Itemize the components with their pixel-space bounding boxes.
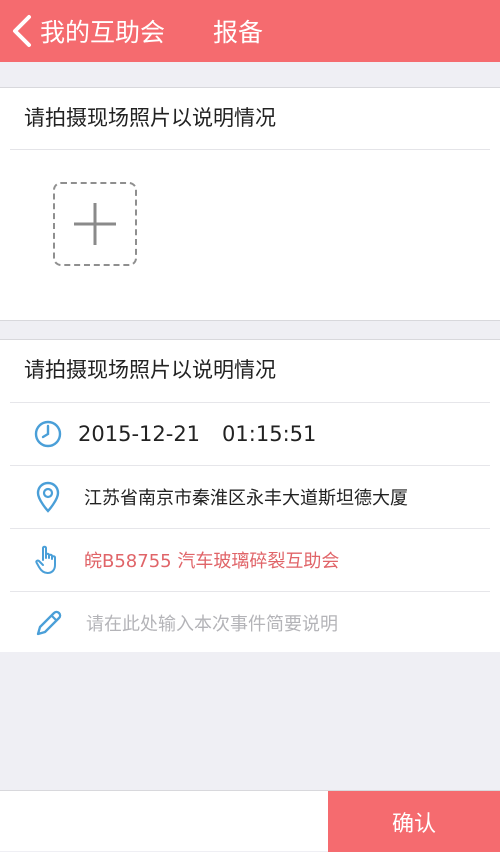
location-pin-icon [34,481,62,513]
footer-bar: 确认 [0,790,500,852]
plate-group-text: 皖B58755 汽车玻璃碎裂互助会 [84,551,340,572]
group-row[interactable]: 皖B58755 汽车玻璃碎裂互助会 [0,529,500,591]
datetime-row: 2015-12-21 01:15:51 [0,403,500,465]
hand-pointer-icon [34,544,62,576]
photo-card: 请拍摄现场照片以说明情况 [0,87,500,321]
header-bar: 我的互助会 报备 [0,0,500,62]
plus-icon [74,203,116,245]
clock-icon [34,418,62,450]
time-value: 01:15:51 [222,422,317,446]
back-button[interactable]: 我的互助会 [10,0,165,62]
datetime-text: 2015-12-21 01:15:51 [78,422,316,446]
back-label: 我的互助会 [40,18,166,47]
confirm-button[interactable]: 确认 [328,791,500,852]
add-photo-button[interactable] [53,182,137,266]
location-row[interactable]: 江苏省南京市秦淮区永丰大道斯坦德大厦 [0,466,500,528]
description-input[interactable] [84,606,478,642]
pencil-icon [34,607,62,639]
date-value: 2015-12-21 [78,422,201,446]
info-card: 请拍摄现场照片以说明情况 2015-12-21 01:15:51 江苏省南京市秦淮… [0,339,500,652]
address-text: 江苏省南京市秦淮区永丰大道斯坦德大厦 [84,488,408,509]
photo-section-title: 请拍摄现场照片以说明情况 [24,106,276,130]
info-section-title: 请拍摄现场照片以说明情况 [24,358,276,382]
description-row [0,592,500,654]
page-title: 报备 [213,18,264,47]
divider [10,149,490,150]
chevron-left-icon [13,15,31,47]
